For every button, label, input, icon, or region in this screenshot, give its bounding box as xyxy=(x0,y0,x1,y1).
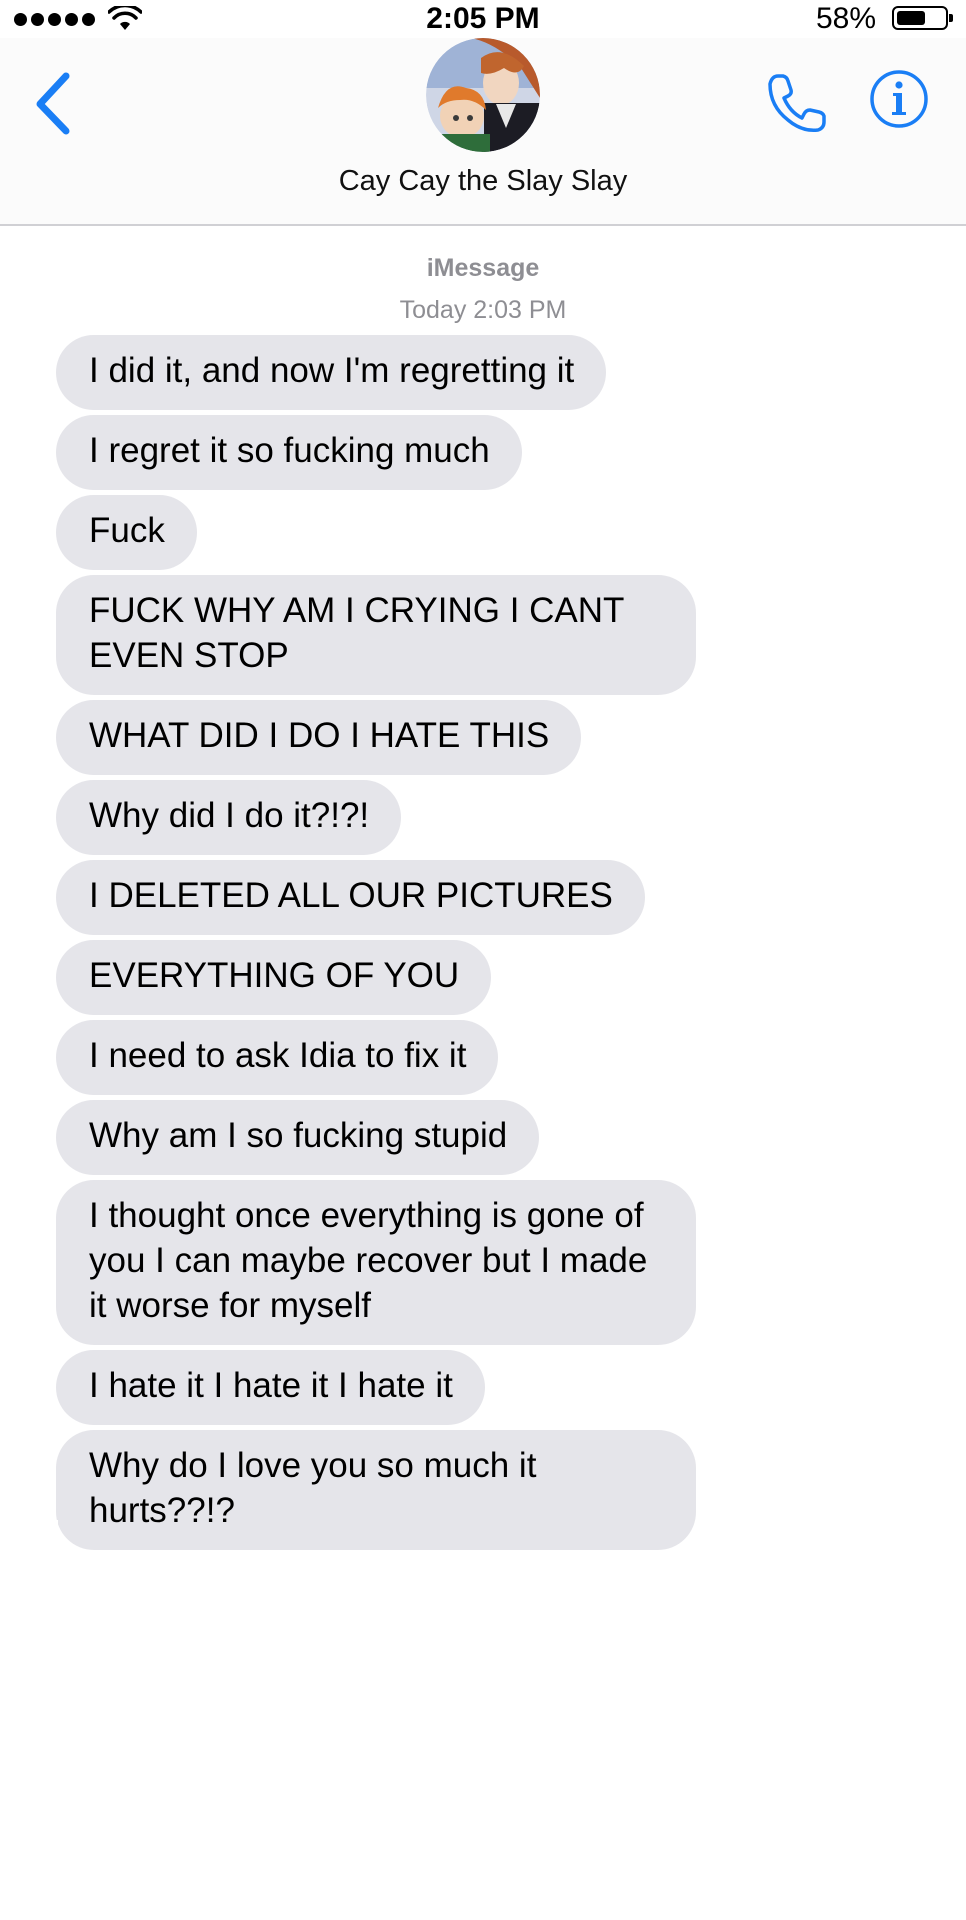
received-message-bubble[interactable]: Why did I do it?!?! xyxy=(56,780,402,855)
message-row: I did it, and now I'm regretting it xyxy=(56,335,776,410)
received-message-bubble[interactable]: WHAT DID I DO I HATE THIS xyxy=(56,700,582,775)
message-row: I need to ask Idia to fix it xyxy=(56,1020,776,1095)
message-row: FUCK WHY AM I CRYING I CANT EVEN STOP xyxy=(56,575,776,695)
contact-name[interactable]: Cay Cay the Slay Slay xyxy=(0,165,966,198)
call-button[interactable] xyxy=(764,70,830,136)
received-message-bubble[interactable]: I DELETED ALL OUR PICTURES xyxy=(56,860,645,935)
message-row: WHAT DID I DO I HATE THIS xyxy=(56,700,776,775)
message-list: I did it, and now I'm regretting it I re… xyxy=(32,335,776,1555)
received-message-bubble[interactable]: EVERYTHING OF YOU xyxy=(56,940,492,1015)
message-row: I regret it so fucking much xyxy=(56,415,776,490)
message-row: I DELETED ALL OUR PICTURES xyxy=(56,860,776,935)
message-row: I hate it I hate it I hate it xyxy=(56,1350,776,1425)
chevron-left-icon xyxy=(36,72,70,135)
messages-screen: 2:05 PM 58% Cay Cay the Slay Slay iMessa… xyxy=(0,0,966,1920)
received-message-bubble[interactable]: I need to ask Idia to fix it xyxy=(56,1020,499,1095)
received-message-bubble[interactable]: Why do I love you so much it hurts??!? xyxy=(32,1430,696,1552)
message-row: Why do I love you so much it hurts??!? xyxy=(32,1430,776,1552)
received-message-bubble[interactable]: I did it, and now I'm regretting it xyxy=(56,335,607,410)
received-message-bubble[interactable]: FUCK WHY AM I CRYING I CANT EVEN STOP xyxy=(56,575,696,695)
message-timestamp: Today 2:03 PM xyxy=(399,296,567,324)
service-label: iMessage xyxy=(426,254,540,282)
phone-icon xyxy=(768,74,826,133)
received-message-bubble[interactable]: Why am I so fucking stupid xyxy=(56,1100,540,1175)
contact-avatar[interactable] xyxy=(426,38,540,152)
message-row: Why did I do it?!?! xyxy=(56,780,776,855)
battery-percentage: 58% xyxy=(815,2,876,35)
info-icon xyxy=(870,70,928,128)
message-row: I thought once everything is gone of you… xyxy=(56,1180,776,1345)
back-button[interactable] xyxy=(30,68,78,138)
message-row: EVERYTHING OF YOU xyxy=(56,940,776,1015)
received-message-bubble[interactable]: I hate it I hate it I hate it xyxy=(56,1350,485,1425)
conversation-header: Cay Cay the Slay Slay xyxy=(0,38,966,226)
battery-icon xyxy=(892,6,953,30)
received-message-bubble[interactable]: I thought once everything is gone of you… xyxy=(56,1180,696,1345)
info-button[interactable] xyxy=(868,68,930,130)
message-row: Fuck xyxy=(56,495,776,570)
message-row: Why am I so fucking stupid xyxy=(56,1100,776,1175)
status-bar: 2:05 PM 58% xyxy=(0,0,966,38)
received-message-bubble[interactable]: Fuck xyxy=(56,495,197,570)
received-message-bubble[interactable]: I regret it so fucking much xyxy=(56,415,522,490)
